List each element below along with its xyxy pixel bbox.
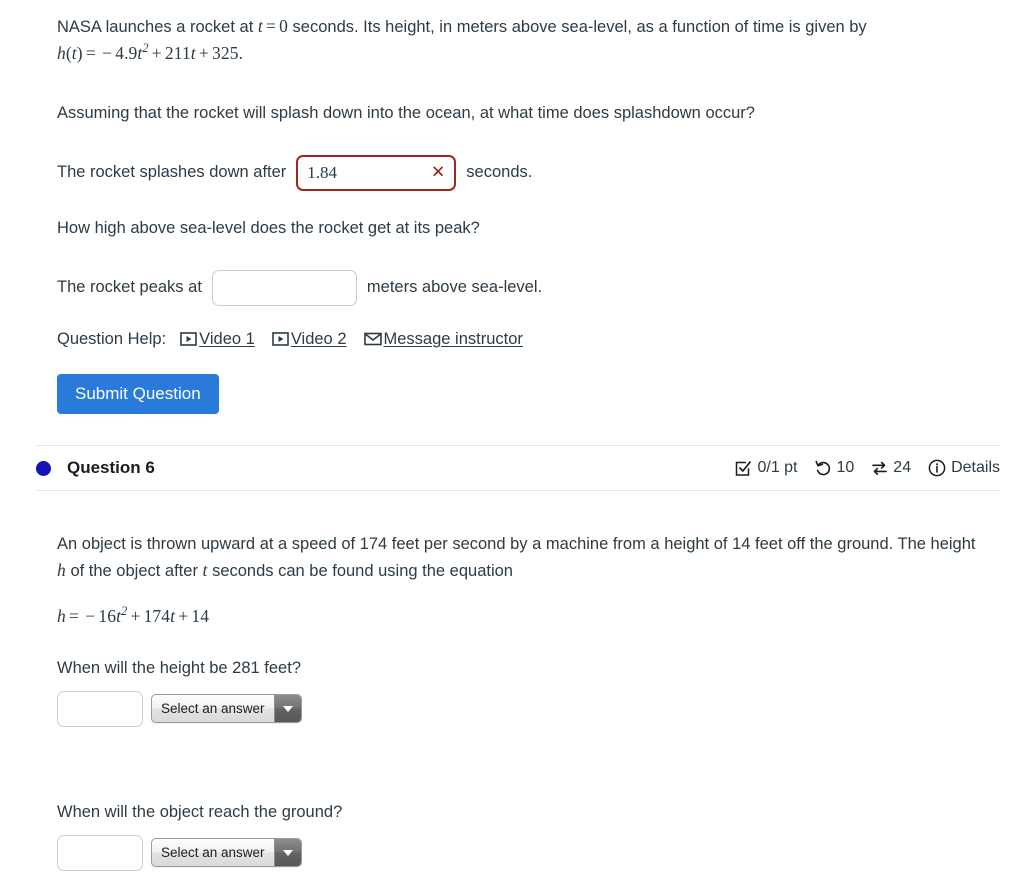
versions-value: 24 <box>893 459 912 477</box>
question-help-row: Question Help: Video 1 Video 2 Message i… <box>57 328 1000 352</box>
question-5-body: NASA launches a rocket at t = 0 seconds. I… <box>0 0 1024 445</box>
swap-arrows-icon <box>871 460 888 477</box>
video-2-label: Video 2 <box>290 329 347 348</box>
statement-mid: of the object after <box>65 561 203 580</box>
video-1-label: Video 1 <box>199 329 255 348</box>
question-6-header-left: Question 6 <box>36 458 155 478</box>
question-5-statement: NASA launches a rocket at t = 0 seconds. I… <box>57 14 992 67</box>
question-6-body: An object is thrown upward at a speed of… <box>0 491 1024 871</box>
video-play-icon <box>180 332 197 347</box>
question-6-statement: An object is thrown upward at a speed of… <box>57 532 987 584</box>
envelope-icon <box>363 332 382 346</box>
splashdown-answer-input[interactable] <box>296 154 457 191</box>
statement-prefix: NASA launches a rocket at <box>57 18 258 36</box>
sub-question-1-answer-row: Select an answer <box>57 690 1000 727</box>
chevron-down-icon <box>273 839 301 867</box>
question-6-header: Question 6 0/1 pt 10 24 Details <box>0 446 1024 490</box>
peak-answer-row: The rocket peaks at meters above sea-lev… <box>57 269 1000 306</box>
math-time-zero: t = 0 <box>257 16 288 36</box>
unanswered-dot-icon <box>36 460 51 476</box>
peak-input-wrapper <box>211 269 357 306</box>
question-6-title: Question 6 <box>67 458 155 478</box>
points-value: 0/1 pt <box>757 459 798 477</box>
statement-prefix: An object is thrown upward at a speed of… <box>57 534 976 553</box>
submit-question-button[interactable]: Submit Question <box>57 374 219 415</box>
peak-label-after: meters above sea-level. <box>366 277 543 296</box>
message-instructor-label: Message instructor <box>383 329 523 348</box>
video-2-link[interactable]: Video 2 <box>272 330 347 349</box>
versions-status: 24 <box>871 459 911 477</box>
sub-question-2-prompt: When will the object reach the ground? <box>57 802 343 821</box>
splashdown-answer-row: The rocket splashes down after ✕ seconds… <box>57 154 1000 191</box>
splashdown-label-before: The rocket splashes down after <box>57 162 287 181</box>
question-6-equation: h = −16t2 +174t +14 <box>57 603 210 626</box>
sub-question-2-select-value: Select an answer <box>161 845 265 861</box>
splashdown-label-after: seconds. <box>466 162 533 181</box>
sub-question-1-prompt: When will the height be 281 feet? <box>57 658 301 677</box>
sub-question-2-answer-row: Select an answer <box>57 834 1000 871</box>
sub-question-2-select[interactable]: Select an answer <box>151 838 302 868</box>
question-6-status-group: 0/1 pt 10 24 Details <box>718 459 1000 477</box>
question-5-peak-prompt: How high above sea-level does the rocket… <box>57 218 480 237</box>
sub-question-1-select-value: Select an answer <box>161 701 265 717</box>
assignment-page: NASA launches a rocket at t = 0 seconds. I… <box>0 0 1024 871</box>
checkbox-checked-icon <box>735 460 752 477</box>
chevron-down-icon <box>273 695 301 723</box>
info-circle-icon <box>928 459 946 477</box>
math-var-h: h <box>57 559 66 580</box>
video-play-icon <box>272 332 289 347</box>
attempts-status: 10 <box>814 459 855 477</box>
peak-label-before: The rocket peaks at <box>57 277 202 296</box>
video-1-link[interactable]: Video 1 <box>180 330 255 349</box>
undo-arrow-icon <box>814 460 832 477</box>
message-instructor-link[interactable]: Message instructor <box>363 329 523 349</box>
question-5-splashdown-prompt: Assuming that the rocket will splash dow… <box>57 103 755 122</box>
statement-mid: seconds. Its height, in meters above sea… <box>287 18 867 36</box>
math-height-function: h(t) = −4.9t2 +211t +325. <box>57 40 244 63</box>
attempts-value: 10 <box>836 459 855 477</box>
sub-question-1-select[interactable]: Select an answer <box>151 694 302 724</box>
details-label: Details <box>951 459 1000 477</box>
statement-suffix: seconds can be found using the equation <box>207 561 513 580</box>
splashdown-input-wrapper: ✕ <box>296 154 457 191</box>
sub-question-1-input[interactable] <box>57 690 143 727</box>
question-help-label: Question Help: <box>57 329 167 348</box>
sub-question-2-input[interactable] <box>57 834 143 871</box>
details-link[interactable]: Details <box>928 459 1000 477</box>
peak-answer-input[interactable] <box>211 269 357 306</box>
points-status: 0/1 pt <box>735 459 798 477</box>
